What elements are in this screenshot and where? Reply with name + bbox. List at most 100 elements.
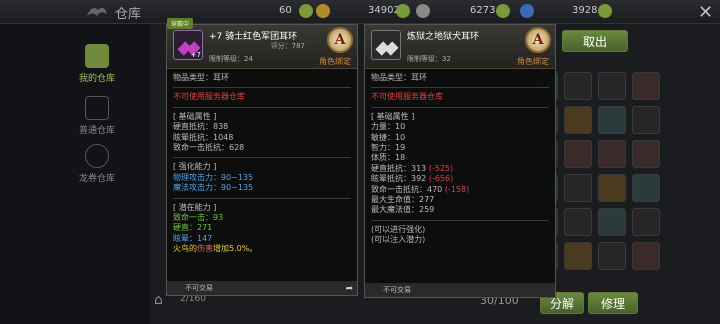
inventory-slot[interactable] — [564, 140, 592, 168]
tooltip-footer: 不可交易 — [365, 283, 555, 297]
sidebar-item-my-warehouse[interactable]: 我的仓库 — [72, 44, 122, 84]
warehouse-warning: 不可使用服务器仓库 — [371, 92, 443, 102]
sidebar-item-label: 我的仓库 — [78, 74, 115, 84]
stat-diff: (-656) — [428, 174, 454, 184]
item-type: 物品类型：耳环 — [173, 73, 229, 82]
top-bar: 仓库 60 34902 6273 3928 ✕ — [0, 0, 720, 24]
stat-line: 最大魔法值：259 — [371, 205, 549, 215]
inventory-slot[interactable] — [598, 140, 626, 168]
stat-value: 体质：18 — [371, 153, 406, 163]
stat-line: 硬直抵抗：838 — [173, 122, 229, 132]
enhance-note: (可以进行强化) — [371, 224, 426, 234]
inventory-slot[interactable] — [598, 242, 626, 270]
stat-value: 眩晕抵抗：392 — [371, 174, 427, 184]
stat-value: 智力：19 — [371, 143, 406, 153]
inventory-slot[interactable] — [564, 72, 592, 100]
building-icon — [85, 96, 109, 120]
inventory-slot[interactable] — [598, 174, 626, 202]
equipped-badge: 穿戴中 — [167, 18, 194, 29]
sidebar-item-normal-warehouse[interactable]: 普通仓库 — [72, 96, 122, 136]
inventory-slot[interactable] — [632, 242, 660, 270]
close-icon[interactable]: ✕ — [698, 2, 713, 23]
warehouse-warning: 不可使用服务器仓库 — [173, 92, 245, 102]
inventory-slot[interactable] — [632, 72, 660, 100]
tooltip-footer: 不可交易 ➦ — [167, 281, 357, 295]
stat-value: 最大魔法值：259 — [371, 205, 435, 215]
chest-icon — [85, 44, 109, 68]
item-score: 评分：787 — [270, 42, 305, 50]
potential-header: [ 潜在能力 ] — [173, 202, 217, 212]
gem-icon — [520, 4, 534, 18]
stat-line: 致命一击抵抗：470 (-158) — [371, 185, 549, 195]
add-gem-icon[interactable] — [598, 4, 612, 18]
damage-word: 伤害 — [197, 244, 213, 254]
stat-value: 力量：10 — [371, 122, 406, 132]
enhance-header: [ 强化能力 ] — [173, 162, 217, 172]
stat-line: 眩晕抵抗：1048 — [173, 132, 234, 142]
potential-note: (可以注入潜力) — [371, 235, 426, 245]
stat-line: 眩晕抵抗：392 (-656) — [371, 174, 549, 184]
item-name: 炼狱之地狱犬耳环 — [407, 32, 480, 42]
inventory-slot[interactable] — [632, 140, 660, 168]
inventory-slot[interactable] — [564, 106, 592, 134]
stat-line: 硬直抵抗：313 (-525) — [371, 164, 549, 174]
page-title: 仓库 — [115, 7, 142, 22]
inventory-slot[interactable] — [632, 106, 660, 134]
sidebar-item-label: 龙券仓库 — [78, 174, 115, 184]
home-icon[interactable]: ⌂ — [154, 292, 163, 308]
currency-value-3: 6273 — [470, 5, 496, 16]
bind-status: 角色绑定 — [319, 57, 351, 66]
add-silver-icon[interactable] — [496, 4, 510, 18]
grade-badge: A — [327, 27, 353, 53]
potential-special: 火鸟的伤害增加5.0%。 — [173, 244, 351, 254]
inventory-slot[interactable] — [564, 242, 592, 270]
stat-line: 致命一击抵抗：628 — [173, 143, 245, 153]
inventory-slot[interactable] — [632, 174, 660, 202]
enhance-level-badge: +7 — [190, 51, 201, 59]
stat-line: 敏捷：10 — [371, 133, 549, 143]
stat-diff: (-525) — [428, 163, 454, 173]
stat-line: 力量：10 — [371, 122, 549, 132]
dragon-emblem-icon — [84, 2, 110, 22]
sidebar-item-dragon-warehouse[interactable]: 龙券仓库 — [72, 144, 122, 184]
repair-button[interactable]: 修理 — [588, 292, 638, 314]
level-requirement: 限制等级：24 — [209, 55, 253, 63]
tooltip-header: 炼狱之地狱犬耳环 限制等级：32 A 角色绑定 — [365, 25, 555, 69]
stat-line: 最大生命值：277 — [371, 195, 549, 205]
sidebar: 我的仓库 普通仓库 龙券仓库 — [0, 24, 150, 324]
tooltip-header: 穿戴中 +7 +7 骑士红色军团耳环 评分：787 限制等级：24 A 角色绑定 — [167, 18, 357, 69]
inventory-slot[interactable] — [598, 208, 626, 236]
enhance-line: 魔法攻击力：90~135 — [173, 183, 254, 193]
inventory-slot[interactable] — [564, 174, 592, 202]
plus-icon[interactable] — [299, 4, 313, 18]
inventory-slot[interactable] — [598, 106, 626, 134]
inventory-slot[interactable] — [564, 208, 592, 236]
level-requirement: 限制等级：32 — [407, 55, 451, 63]
item-tooltip-compare: 炼狱之地狱犬耳环 限制等级：32 A 角色绑定 物品类型：耳环 不可使用服务器仓… — [364, 24, 556, 298]
earring-icon: +7 — [173, 30, 203, 60]
inventory-slot[interactable] — [598, 72, 626, 100]
item-type: 物品类型：耳环 — [371, 73, 427, 82]
trade-status: 不可交易 — [185, 284, 213, 292]
base-stats-header: [ 基础属性 ] — [371, 111, 415, 121]
bonus-text: 增加5.0%。 — [213, 244, 258, 254]
item-tooltip-equipped: 穿戴中 +7 +7 骑士红色军团耳环 评分：787 限制等级：24 A 角色绑定… — [166, 18, 358, 296]
currency-value-4: 3928 — [572, 5, 598, 16]
base-stats-list: 力量：10 敏捷：10 智力：19 体质：18 硬直抵抗：313 (-525) 眩晕抵抗：… — [371, 122, 549, 216]
stat-value: 最大生命值：277 — [371, 195, 435, 205]
inventory-slot[interactable] — [632, 208, 660, 236]
coin-swap-icon — [85, 144, 109, 168]
sidebar-item-label: 普通仓库 — [78, 126, 115, 136]
potential-line: 眩晕：147 — [173, 233, 213, 243]
stat-line: 智力：19 — [371, 143, 549, 153]
skill-name: 火鸟的 — [173, 244, 197, 254]
share-icon[interactable]: ➦ — [345, 282, 353, 296]
potential-line: 硬直：271 — [173, 223, 213, 233]
add-gold-icon[interactable] — [396, 4, 410, 18]
currency-value-1: 60 — [279, 5, 292, 16]
bind-status: 角色绑定 — [517, 57, 549, 66]
grade-badge: A — [525, 27, 551, 53]
stat-line: 体质：18 — [371, 153, 549, 163]
trade-status: 不可交易 — [383, 286, 411, 294]
take-out-button[interactable]: 取出 — [562, 30, 628, 52]
